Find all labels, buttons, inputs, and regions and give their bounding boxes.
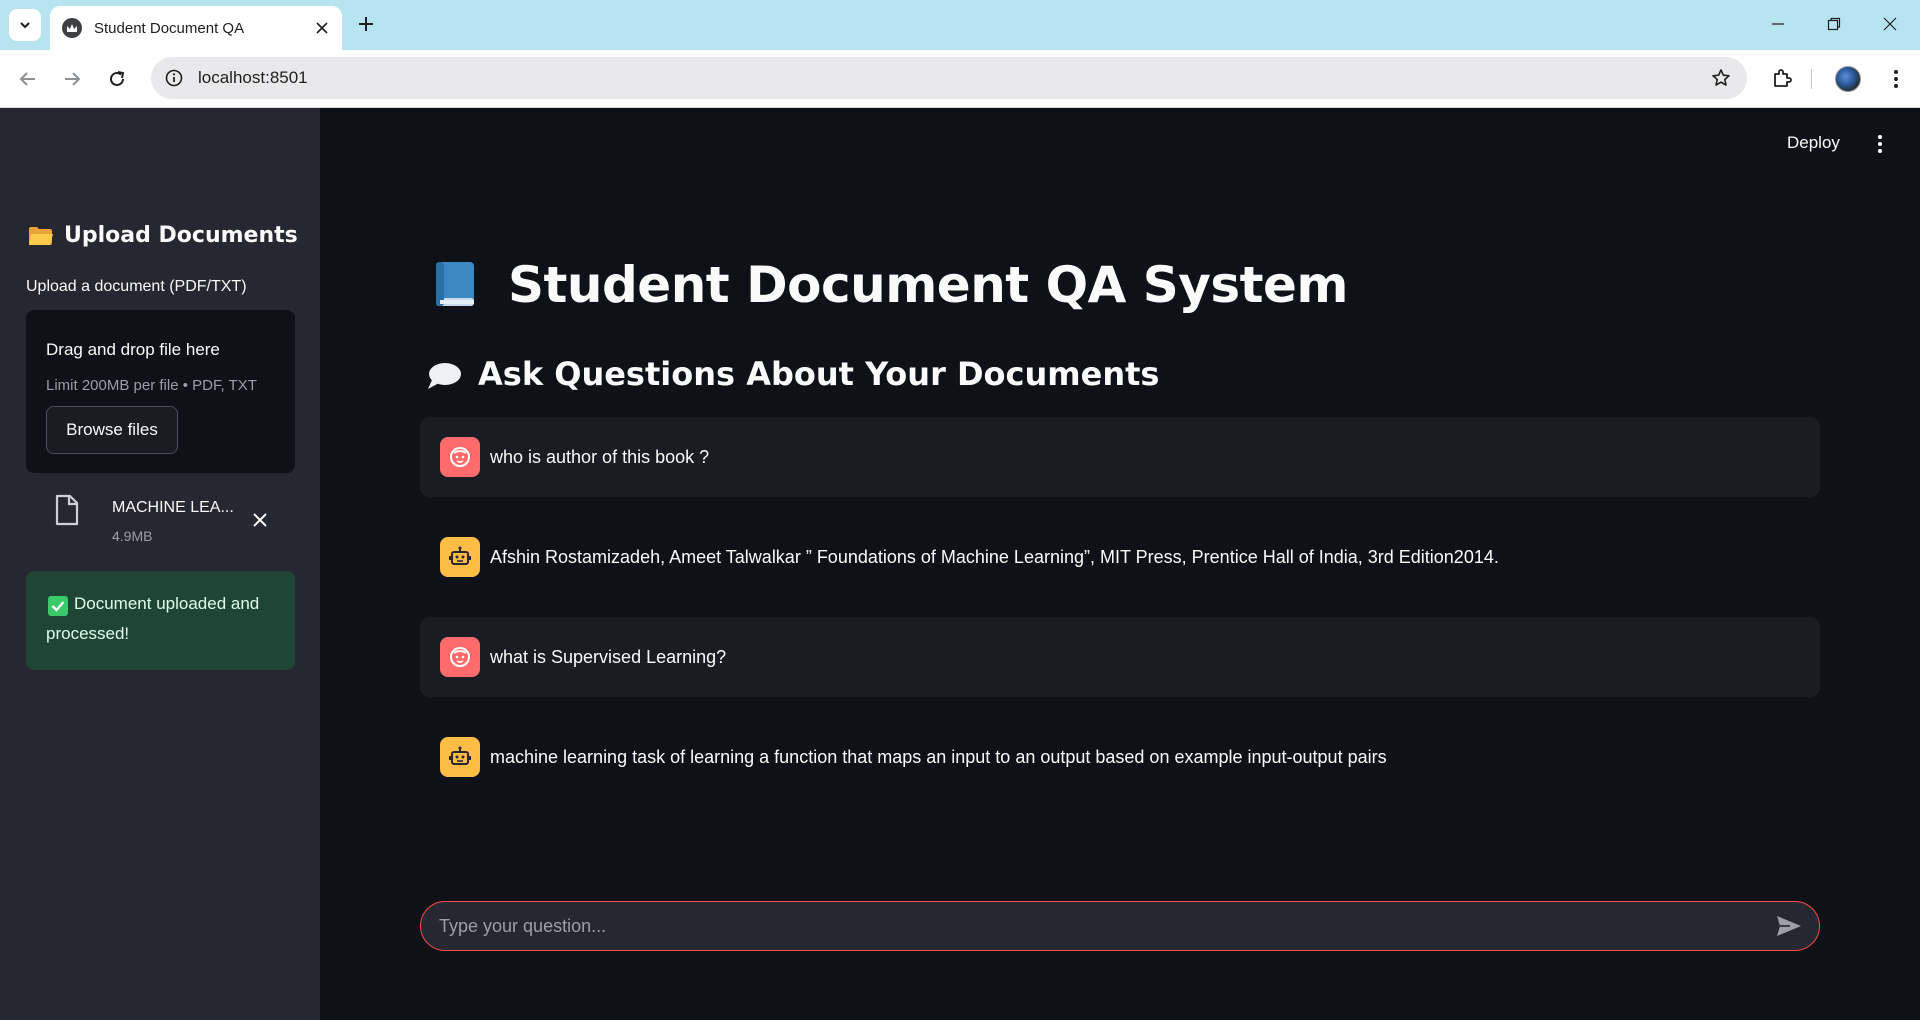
site-info-icon[interactable] <box>163 67 185 89</box>
message-text: what is Supervised Learning? <box>490 646 727 667</box>
robot-icon <box>440 737 480 777</box>
folder-icon <box>28 226 54 246</box>
browser-tab[interactable]: Student Document QA <box>50 6 342 50</box>
uploader-label: Upload a document (PDF/TXT) <box>26 278 247 295</box>
send-button[interactable] <box>1769 906 1809 946</box>
browse-files-button[interactable]: Browse files <box>46 406 178 454</box>
blue-book-icon <box>432 260 478 310</box>
restore-button[interactable] <box>1806 0 1862 48</box>
bookmark-star-icon[interactable] <box>1709 66 1733 90</box>
reload-button[interactable] <box>101 63 133 95</box>
forward-button[interactable] <box>56 63 88 95</box>
subheader-text: Ask Questions About Your Documents <box>478 355 1160 393</box>
sidebar-title: Upload Documents <box>28 223 298 248</box>
speech-bubble-icon <box>426 360 462 389</box>
sidebar: Upload Documents Upload a document (PDF/… <box>0 108 320 1020</box>
kebab-menu-icon <box>1878 135 1882 153</box>
uploaded-file-item: MACHINE LEA... 4.9MB <box>26 486 295 546</box>
toolbar-divider <box>1811 69 1812 89</box>
chat-input-container <box>420 901 1820 951</box>
robot-icon <box>440 537 480 577</box>
check-mark-icon <box>48 596 68 616</box>
browser-toolbar: localhost:8501 <box>0 50 1920 108</box>
tab-title: Student Document QA <box>94 19 245 37</box>
dropzone-title: Drag and drop file here <box>46 340 220 359</box>
app-menu-button[interactable] <box>1868 130 1892 158</box>
back-button[interactable] <box>12 63 44 95</box>
question-input[interactable] <box>439 906 1769 946</box>
message-text: machine learning task of learning a func… <box>490 746 1387 767</box>
browser-tab-strip: Student Document QA <box>0 0 1920 50</box>
page-title: Student Document QA System <box>432 256 1349 314</box>
dropzone-limit: Limit 200MB per file • PDF, TXT <box>46 377 257 394</box>
user-face-icon <box>440 637 480 677</box>
file-name: MACHINE LEA... <box>112 499 234 516</box>
file-dropzone[interactable]: Drag and drop file here Limit 200MB per … <box>26 310 295 473</box>
browser-menu-button[interactable] <box>1880 63 1912 95</box>
arrow-left-icon <box>19 72 35 86</box>
plus-icon <box>359 17 373 31</box>
file-size: 4.9MB <box>112 528 153 544</box>
reload-icon <box>110 71 125 86</box>
chat-message-user: who is author of this book ? <box>420 417 1820 497</box>
tab-search-button[interactable] <box>9 9 41 41</box>
kebab-menu-icon <box>1894 70 1898 88</box>
page-title-text: Student Document QA System <box>508 256 1349 314</box>
user-face-icon <box>440 437 480 477</box>
restore-icon <box>1827 17 1841 31</box>
chat-message-assistant: Afshin Rostamizadeh, Ameet Talwalkar ” F… <box>420 517 1820 597</box>
minimize-button[interactable] <box>1750 0 1806 48</box>
sidebar-title-text: Upload Documents <box>64 223 298 248</box>
success-message: Document uploaded and processed! <box>46 594 260 643</box>
close-window-button[interactable] <box>1862 0 1918 48</box>
arrow-right-icon <box>65 72 81 86</box>
file-icon <box>54 494 80 526</box>
chat-message-assistant: machine learning task of learning a func… <box>420 717 1820 797</box>
message-text: Afshin Rostamizadeh, Ameet Talwalkar ” F… <box>490 546 1499 567</box>
address-bar[interactable]: localhost:8501 <box>151 57 1747 99</box>
profile-avatar[interactable] <box>1835 66 1861 92</box>
section-subheader: Ask Questions About Your Documents <box>426 355 1159 393</box>
minimize-icon <box>1772 23 1784 25</box>
chat-message-user: what is Supervised Learning? <box>420 617 1820 697</box>
tab-close-icon[interactable] <box>310 16 334 40</box>
remove-file-icon[interactable] <box>248 508 272 532</box>
success-alert: Document uploaded and processed! <box>26 571 295 670</box>
chevron-down-icon <box>20 22 30 29</box>
new-tab-button[interactable] <box>352 10 380 38</box>
close-icon <box>1883 17 1897 31</box>
send-icon <box>1777 916 1801 936</box>
extensions-puzzle-icon[interactable] <box>1766 62 1798 94</box>
crown-favicon-icon <box>62 18 82 38</box>
url-text: localhost:8501 <box>198 68 308 87</box>
message-text: who is author of this book ? <box>490 446 710 467</box>
streamlit-app: Upload Documents Upload a document (PDF/… <box>0 108 1920 1020</box>
deploy-button[interactable]: Deploy <box>1787 133 1840 153</box>
